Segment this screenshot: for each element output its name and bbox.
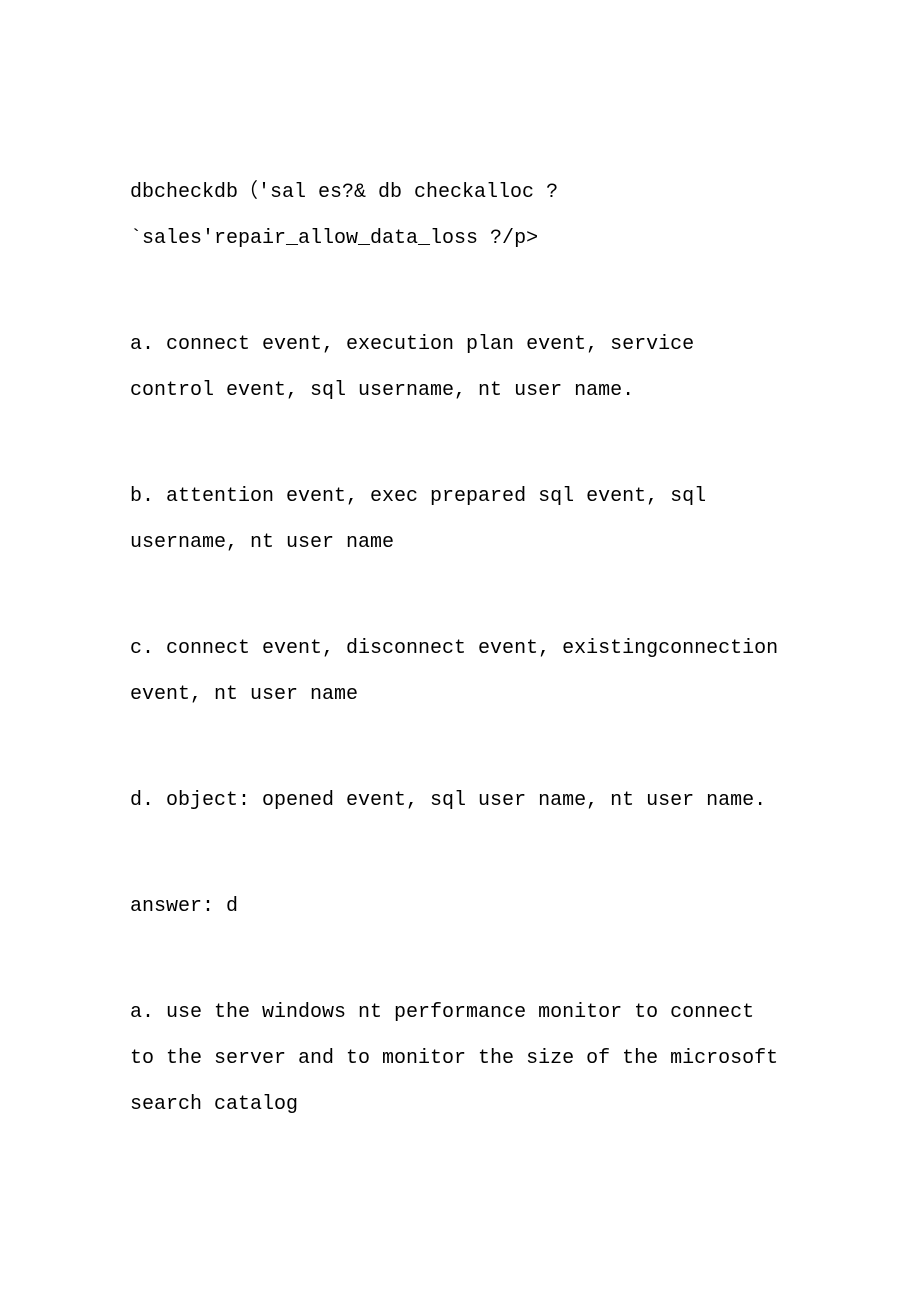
paragraph-option-a: a. connect event, execution plan event, … [130,322,790,414]
paragraph-code: dbcheckdb（'sal es?& db checkalloc ?`sale… [130,170,790,262]
paragraph-answer: answer: d [130,884,790,930]
paragraph-option-c: c. connect event, disconnect event, exis… [130,626,790,718]
paragraph-option-b: b. attention event, exec prepared sql ev… [130,474,790,566]
document-page: dbcheckdb（'sal es?& db checkalloc ?`sale… [0,0,920,1288]
paragraph-option-d: d. object: opened event, sql user name, … [130,778,790,824]
paragraph-option-a2: a. use the windows nt performance monito… [130,990,790,1128]
